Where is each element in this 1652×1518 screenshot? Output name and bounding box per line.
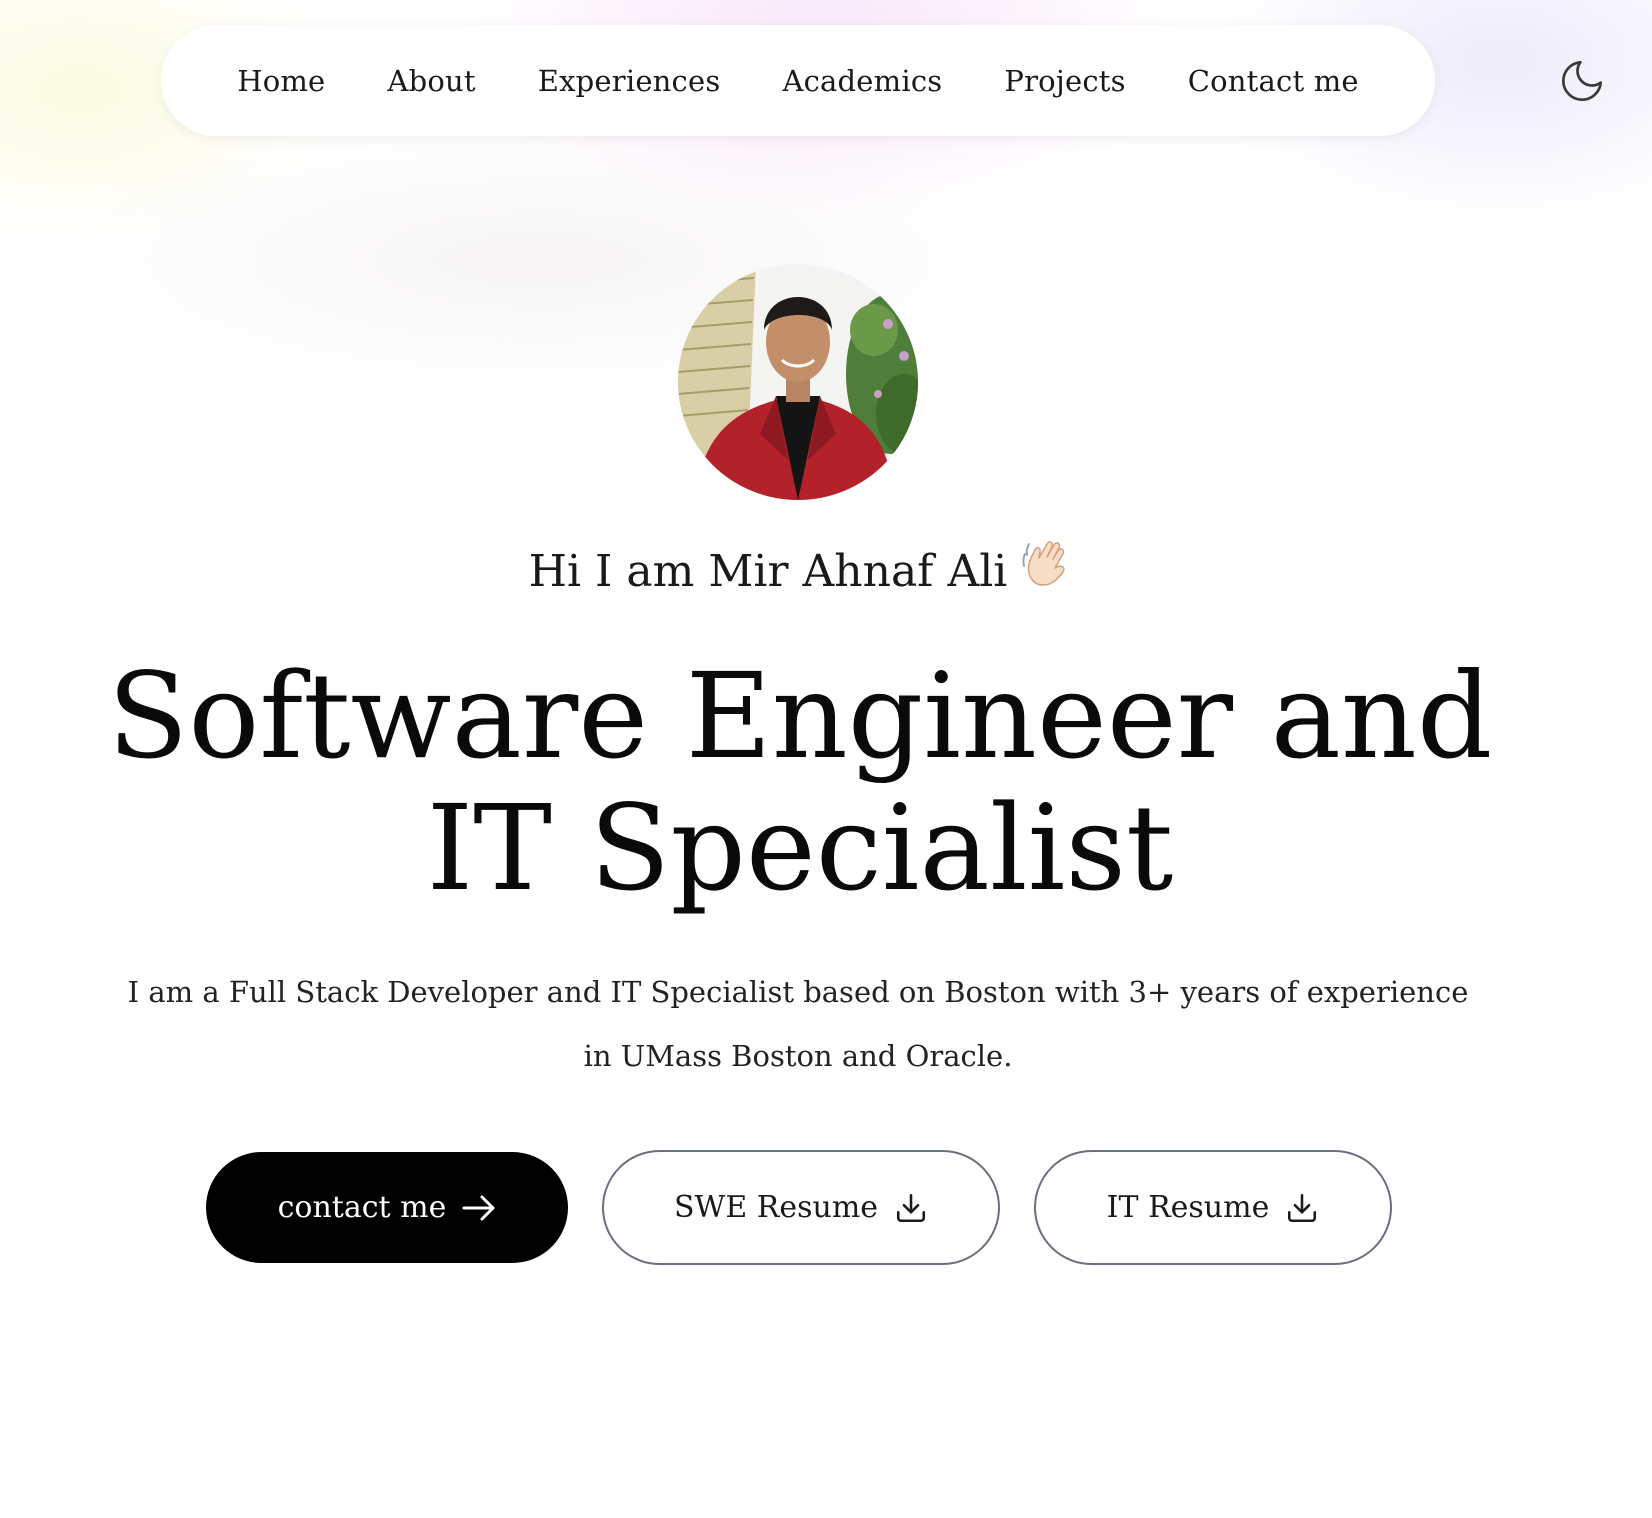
waving-hand-icon	[1021, 536, 1071, 606]
hero-headline: Software Engineer and IT Specialist	[107, 647, 1493, 917]
swe-resume-button[interactable]: SWE Resume	[602, 1150, 1000, 1265]
greeting-text: Hi I am Mir Ahnaf Ali	[528, 546, 1008, 597]
contact-me-label: contact me	[277, 1190, 447, 1225]
swe-resume-label: SWE Resume	[673, 1190, 879, 1225]
nav-link-contact[interactable]: Contact me	[1188, 64, 1359, 98]
nav-link-home[interactable]: Home	[237, 64, 325, 98]
theme-toggle-button[interactable]	[1556, 55, 1608, 107]
it-resume-button[interactable]: IT Resume	[1034, 1150, 1392, 1265]
moon-icon	[1561, 60, 1603, 102]
greeting: Hi I am Mir Ahnaf Ali	[0, 540, 1600, 606]
nav-link-about[interactable]: About	[387, 64, 475, 98]
nav-link-projects[interactable]: Projects	[1004, 64, 1125, 98]
top-navbar: Home About Experiences Academics Project…	[161, 25, 1435, 136]
hero-intro: I am a Full Stack Developer and IT Speci…	[127, 975, 1469, 1073]
download-icon	[894, 1191, 928, 1225]
contact-me-button[interactable]: contact me	[206, 1152, 568, 1263]
nav-link-experiences[interactable]: Experiences	[538, 64, 721, 98]
profile-avatar	[678, 264, 918, 500]
download-icon	[1285, 1191, 1319, 1225]
nav-link-academics[interactable]: Academics	[782, 64, 942, 98]
arrow-right-icon	[462, 1194, 496, 1222]
it-resume-label: IT Resume	[1106, 1190, 1270, 1225]
